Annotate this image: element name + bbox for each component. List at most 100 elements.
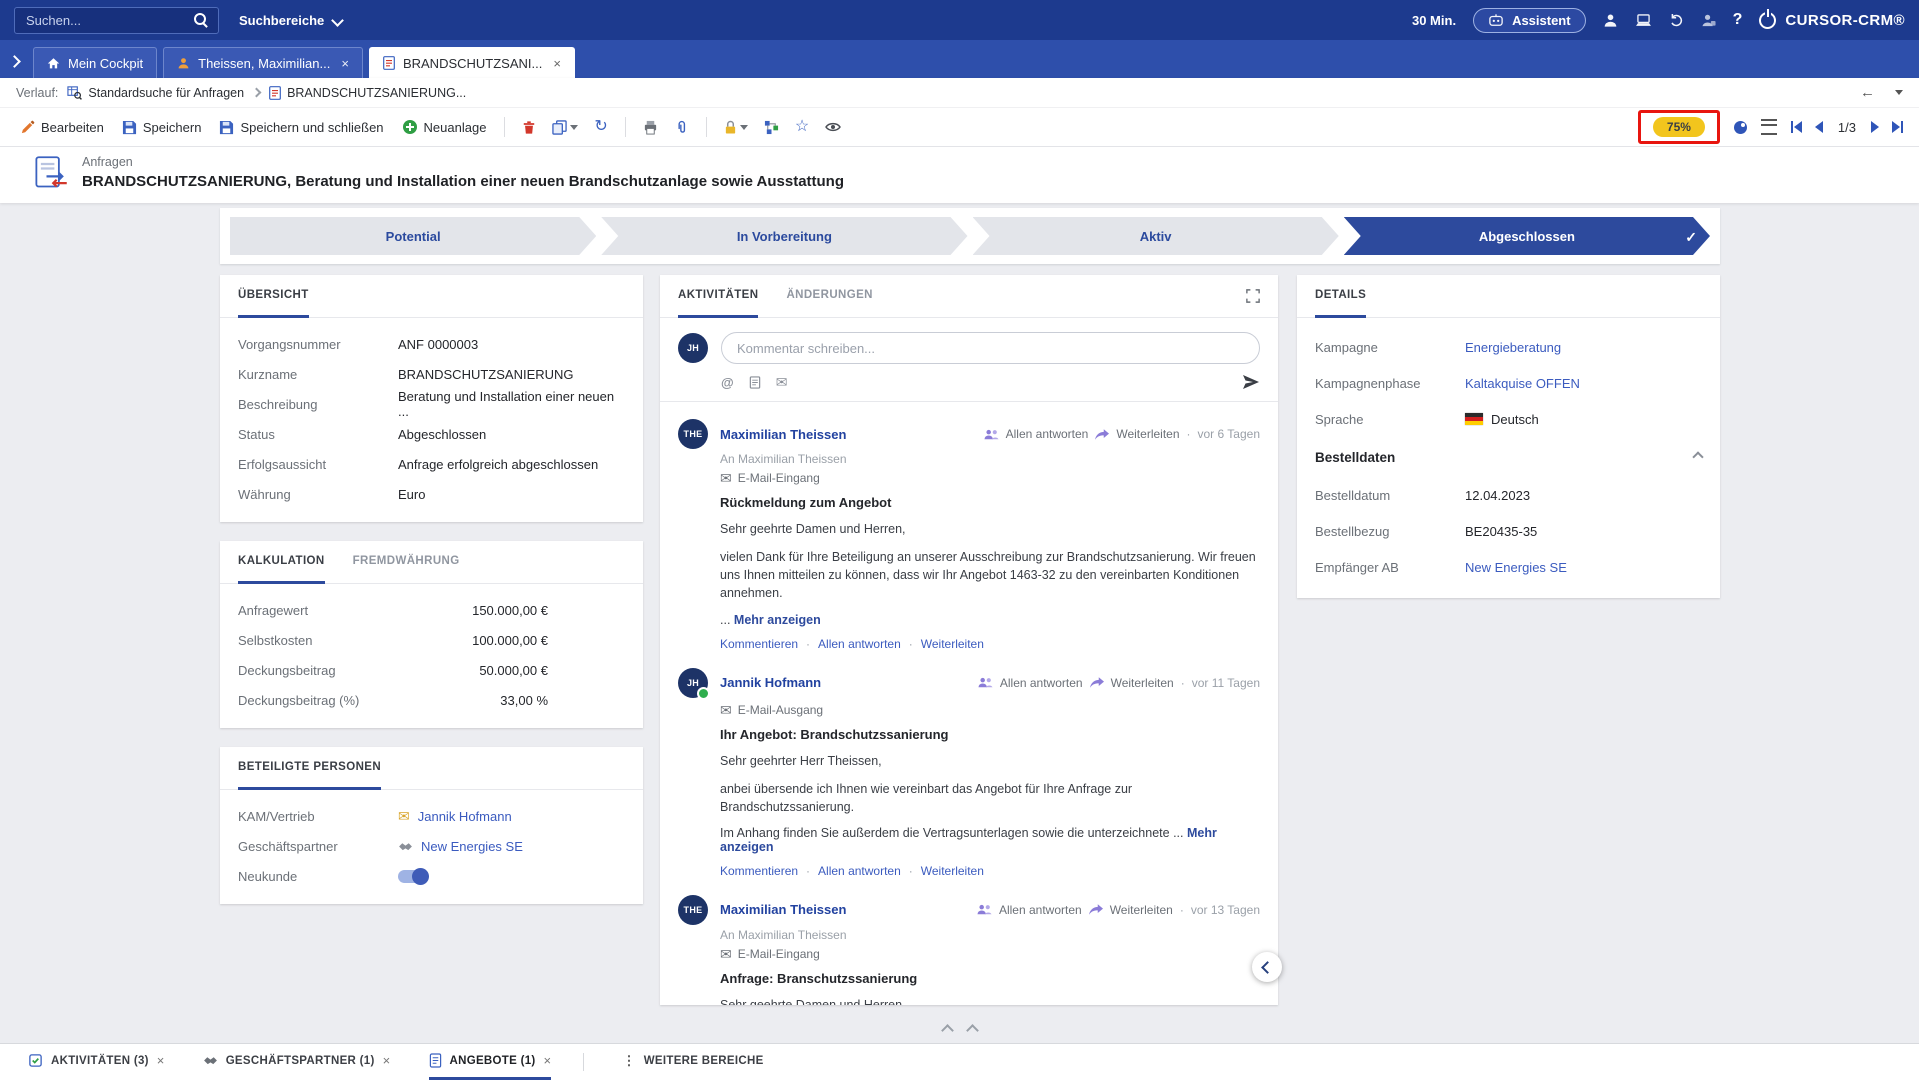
bottom-tab-angebote[interactable]: ANGEBOTE (1) ×: [429, 1044, 552, 1080]
tab-aenderungen[interactable]: ÄNDERUNGEN: [786, 275, 872, 318]
power-icon[interactable]: [1759, 12, 1776, 29]
tab-beteiligte-personen[interactable]: BETEILIGTE PERSONEN: [238, 747, 381, 790]
field-value[interactable]: BRANDSCHUTZSANIERUNG: [398, 367, 574, 382]
search-scope-select[interactable]: Suchbereiche: [233, 9, 348, 32]
last-record-button[interactable]: [1892, 121, 1903, 133]
field-value[interactable]: 12.04.2023: [1465, 488, 1530, 503]
form-icon[interactable]: [749, 376, 761, 389]
history-dropdown-icon[interactable]: [1895, 90, 1903, 95]
tab-scroll-chevron-icon[interactable]: [8, 55, 21, 68]
refresh-button[interactable]: ↻: [591, 116, 610, 138]
forward-action[interactable]: Weiterleiten: [1110, 903, 1173, 917]
favorite-button[interactable]: ☆: [792, 116, 812, 138]
field-value[interactable]: ANF 0000003: [398, 337, 478, 352]
comment-action[interactable]: Kommentieren: [720, 637, 798, 651]
user-icon[interactable]: [1603, 13, 1618, 28]
scroll-up-icon[interactable]: [966, 1024, 979, 1037]
attachment-button[interactable]: [671, 117, 692, 138]
field-value[interactable]: Euro: [398, 487, 425, 502]
forward-action[interactable]: Weiterleiten: [921, 864, 984, 878]
forward-action[interactable]: Weiterleiten: [1111, 676, 1174, 690]
field-value[interactable]: 100.000,00 €: [398, 633, 548, 648]
print-button[interactable]: [640, 117, 661, 138]
mention-icon[interactable]: @: [721, 375, 734, 390]
field-value[interactable]: 150.000,00 €: [398, 603, 548, 618]
order-data-section-header[interactable]: Bestelldaten: [1315, 437, 1702, 477]
newcustomer-toggle[interactable]: [398, 870, 428, 883]
reply-all-action[interactable]: Allen antworten: [818, 637, 901, 651]
workstation-icon[interactable]: [1635, 14, 1652, 27]
tab-details[interactable]: DETAILS: [1315, 275, 1366, 318]
field-value[interactable]: 50.000,00 €: [398, 663, 548, 678]
collapse-chevron-icon[interactable]: [1692, 451, 1703, 462]
search-icon[interactable]: [194, 13, 209, 28]
email-icon[interactable]: ✉: [776, 375, 788, 389]
author-name[interactable]: Jannik Hofmann: [720, 675, 821, 690]
field-value[interactable]: Deutsch: [1491, 412, 1539, 427]
save-button[interactable]: Speichern: [118, 117, 206, 138]
tab-aktivitaeten[interactable]: AKTIVITÄTEN: [678, 275, 758, 318]
author-name[interactable]: Maximilian Theissen: [720, 427, 846, 442]
field-value[interactable]: Anfrage erfolgreich abgeschlossen: [398, 457, 598, 472]
progress-dot-icon[interactable]: [1734, 121, 1747, 134]
breadcrumb-record[interactable]: BRANDSCHUTZSANIERUNG...: [269, 86, 466, 100]
expand-icon[interactable]: [1246, 275, 1260, 317]
bottom-tab-geschaeftspartner[interactable]: GESCHÄFTSPARTNER (1) ×: [203, 1044, 391, 1080]
history-back-icon[interactable]: ←: [1860, 84, 1875, 101]
close-icon[interactable]: ×: [544, 1053, 552, 1068]
search-input[interactable]: [24, 12, 194, 29]
campaign-link[interactable]: Energieberatung: [1465, 340, 1561, 355]
comment-input[interactable]: [721, 332, 1260, 364]
redo-icon[interactable]: [1669, 13, 1684, 28]
bottom-tab-weitere-bereiche[interactable]: ⋮ WEITERE BEREICHE: [622, 1044, 763, 1080]
reply-all-action[interactable]: Allen antworten: [818, 864, 901, 878]
scroll-up-icon[interactable]: [941, 1024, 954, 1037]
email-subject[interactable]: Anfrage: Branschutzssanierung: [720, 971, 1260, 986]
bottom-tab-aktivitaeten[interactable]: AKTIVITÄTEN (3) ×: [28, 1044, 165, 1080]
close-icon[interactable]: ×: [341, 56, 349, 71]
previous-record-button[interactable]: [1815, 121, 1823, 133]
copy-button[interactable]: [549, 117, 581, 138]
close-icon[interactable]: ×: [157, 1053, 165, 1068]
reply-all-action[interactable]: Allen antworten: [1006, 427, 1089, 441]
menu-icon[interactable]: [1761, 119, 1777, 135]
lock-button[interactable]: [721, 117, 751, 138]
email-subject[interactable]: Ihr Angebot: Brandschutzssanierung: [720, 727, 1260, 742]
milestone-abgeschlossen[interactable]: Abgeschlossen ✓: [1344, 217, 1710, 255]
field-value[interactable]: BE20435-35: [1465, 524, 1537, 539]
field-value[interactable]: Abgeschlossen: [398, 427, 486, 442]
user-settings-icon[interactable]: [1701, 13, 1716, 28]
reply-all-action[interactable]: Allen antworten: [1000, 676, 1083, 690]
help-button[interactable]: ?: [1733, 11, 1743, 29]
kam-link[interactable]: Jannik Hofmann: [418, 809, 512, 824]
assistant-button[interactable]: Assistent: [1473, 8, 1586, 33]
forward-action[interactable]: Weiterleiten: [921, 637, 984, 651]
breadcrumb-search[interactable]: Standardsuche für Anfragen: [67, 85, 244, 100]
delete-button[interactable]: [519, 117, 539, 138]
forward-action[interactable]: Weiterleiten: [1116, 427, 1179, 441]
close-icon[interactable]: ×: [553, 56, 561, 71]
field-value[interactable]: Beratung und Installation einer neuen ..…: [398, 389, 625, 419]
create-button[interactable]: Neuanlage: [398, 116, 491, 138]
tab-contact-theissen[interactable]: Theissen, Maximilian... ×: [163, 47, 363, 78]
relations-button[interactable]: [761, 117, 782, 138]
milestone-vorbereitung[interactable]: In Vorbereitung: [601, 217, 967, 255]
milestone-potential[interactable]: Potential: [230, 217, 596, 255]
show-more-link[interactable]: Mehr anzeigen: [734, 613, 821, 627]
watch-button[interactable]: [822, 118, 844, 136]
campaign-phase-link[interactable]: Kaltakquise OFFEN: [1465, 376, 1580, 391]
tab-mein-cockpit[interactable]: Mein Cockpit: [33, 47, 157, 78]
email-subject[interactable]: Rückmeldung zum Angebot: [720, 495, 1260, 510]
panel-collapse-button[interactable]: [1252, 952, 1282, 982]
send-icon[interactable]: [1242, 374, 1260, 390]
order-recipient-link[interactable]: New Energies SE: [1465, 560, 1567, 575]
save-close-button[interactable]: Speichern und schließen: [215, 117, 387, 138]
first-record-button[interactable]: [1791, 121, 1802, 133]
tab-kalkulation[interactable]: KALKULATION: [238, 541, 325, 584]
tab-request-brandschutz[interactable]: BRANDSCHUTZSANI... ×: [369, 47, 575, 78]
field-value[interactable]: 33,00 %: [398, 693, 548, 708]
author-name[interactable]: Maximilian Theissen: [720, 902, 846, 917]
global-search[interactable]: [14, 7, 219, 34]
reply-all-action[interactable]: Allen antworten: [999, 903, 1082, 917]
close-icon[interactable]: ×: [383, 1053, 391, 1068]
